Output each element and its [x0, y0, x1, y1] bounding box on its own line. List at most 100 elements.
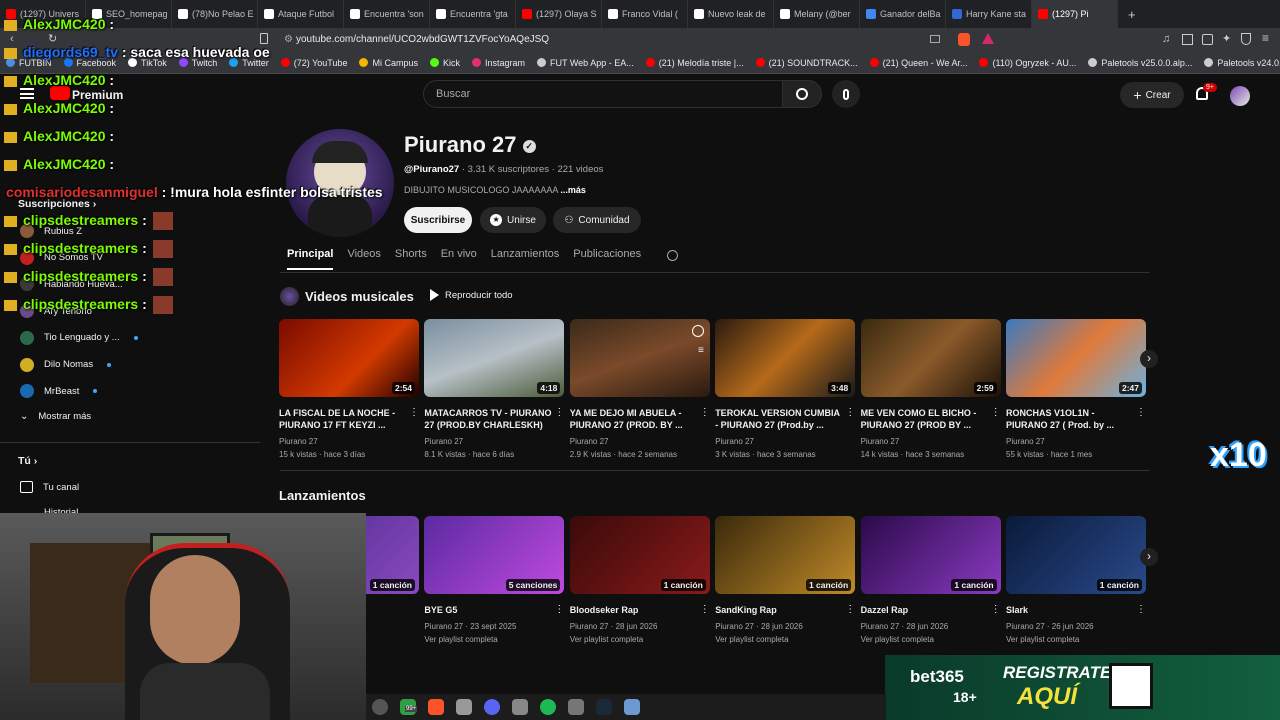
release-title[interactable]: Dazzel Rap [861, 604, 989, 616]
taskbar-whatsapp-icon[interactable]: 99+ [400, 699, 418, 715]
you-heading[interactable]: Tú › [18, 455, 37, 467]
channel-description[interactable]: DIBUJITO MUSICOLOGO JAAAAAAA ...más [404, 185, 586, 195]
browser-tab[interactable]: Harry Kane sta [946, 0, 1032, 28]
more-options-icon[interactable]: ⋮ [845, 407, 855, 418]
more-options-icon[interactable]: ⋮ [991, 407, 1001, 418]
watch-later-icon[interactable] [691, 325, 704, 337]
bookmark-item[interactable]: (110) Ogryzek - AU... [973, 58, 1082, 68]
channel-tab[interactable]: Principal [287, 248, 334, 270]
join-button[interactable]: ★ Unirse [480, 207, 546, 233]
video-title[interactable]: RONCHAS V1OL1N - PIURANO 27 ( Prod. by .… [1006, 407, 1134, 431]
community-button[interactable]: ⚇ Comunidad [553, 207, 641, 233]
browser-tab[interactable]: Encuentra 'son [344, 0, 430, 28]
video-title[interactable]: LA FISCAL DE LA NOCHE - PIURANO 17 FT KE… [279, 407, 407, 431]
more-options-icon[interactable]: ⋮ [1136, 604, 1146, 615]
channel-tab[interactable]: Shorts [395, 248, 427, 270]
release-thumbnail[interactable]: 1 canción [860, 516, 1001, 594]
taskbar-app-icon-3[interactable] [512, 699, 528, 715]
more-options-icon[interactable]: ⋮ [554, 407, 564, 418]
video-card[interactable]: 2:59 ME VEN COMO EL BICHO - PIURANO 27 (P… [860, 319, 1001, 461]
release-thumbnail[interactable]: 1 canción [1006, 516, 1146, 594]
next-arrow-videos[interactable]: › [1140, 350, 1158, 368]
video-channel[interactable]: Piurano 27 [570, 435, 710, 448]
play-all-button[interactable]: Reproducir todo [430, 289, 513, 301]
voice-search-button[interactable] [832, 80, 860, 108]
more-options-icon[interactable]: ⋮ [700, 407, 710, 418]
browser-tab[interactable]: Ataque Futbol [258, 0, 344, 28]
brave-shield-icon[interactable] [958, 33, 970, 46]
bookmark-item[interactable]: Paletools v25.0.0.alp... [1082, 58, 1198, 68]
video-channel[interactable]: Piurano 27 [715, 435, 855, 448]
video-channel[interactable]: Piurano 27 [861, 435, 1001, 448]
bookmark-item[interactable]: (21) SOUNDTRACK... [750, 58, 864, 68]
youtube-logo-icon[interactable] [50, 86, 70, 100]
more-options-icon[interactable]: ⋮ [991, 604, 1001, 615]
taskbar-app-icon-5[interactable] [624, 699, 640, 715]
taskbar-discord-icon[interactable] [484, 699, 500, 715]
release-card[interactable]: 1 canción Slark Piurano 27 · 26 jun 2026 Ve… [1006, 516, 1146, 646]
next-arrow-releases[interactable]: › [1140, 548, 1158, 566]
view-playlist-link[interactable]: Ver playlist completa [1006, 633, 1146, 646]
video-card[interactable]: ≡ YA ME DEJO MI ABUELA - PIURANO 27 (PROD… [569, 319, 710, 461]
sidebar-subscription-item[interactable]: Dilo Nomas [20, 357, 112, 372]
video-channel[interactable]: Piurano 27 [1006, 435, 1146, 448]
sidebar-icon[interactable] [1182, 34, 1193, 45]
account-avatar[interactable] [1230, 86, 1250, 106]
release-title[interactable]: SandKing Rap [715, 604, 843, 616]
channel-tab[interactable]: Videos [347, 248, 380, 270]
bookmark-item[interactable]: (72) YouTube [275, 58, 354, 68]
add-to-queue-icon[interactable]: ≡ [698, 345, 704, 356]
video-thumbnail[interactable]: 2:47 [1006, 319, 1146, 397]
video-thumbnail[interactable]: 2:59 [860, 319, 1001, 397]
video-card[interactable]: 4:18 MATACARROS TV - PIURANO 27 (PROD.BY … [424, 319, 565, 461]
release-thumbnail[interactable]: 5 canciones [424, 516, 565, 594]
video-thumbnail[interactable]: 4:18 [424, 319, 565, 397]
release-card[interactable]: 1 canción Dazzel Rap Piurano 27 · 28 jun 2… [860, 516, 1001, 646]
bookmark-item[interactable]: Paletools v24.0.48 [1198, 58, 1280, 68]
release-card[interactable]: 1 canción SandKing Rap Piurano 27 · 28 jun… [715, 516, 856, 646]
video-card[interactable]: 2:54 LA FISCAL DE LA NOCHE - PIURANO 17 F… [279, 319, 419, 461]
more-options-icon[interactable]: ⋮ [554, 604, 564, 615]
view-playlist-link[interactable]: Ver playlist completa [715, 633, 855, 646]
release-title[interactable]: Bloodseker Rap [570, 604, 698, 616]
bookmark-item[interactable]: (21) Queen - We Ar... [864, 58, 974, 68]
search-button[interactable] [782, 80, 822, 108]
new-tab-icon[interactable]: + [1128, 7, 1136, 22]
taskbar-app-icon-2[interactable] [456, 699, 472, 715]
channel-tab[interactable]: Lanzamientos [491, 248, 560, 270]
taskbar-brave-icon[interactable] [428, 699, 444, 715]
vpn-icon[interactable] [1241, 33, 1251, 45]
release-card[interactable]: 5 canciones BYE G5 Piurano 27 · 23 sept 20… [424, 516, 565, 646]
cast-icon[interactable] [930, 35, 940, 43]
release-title[interactable]: Slark [1006, 604, 1134, 616]
release-thumbnail[interactable]: 1 canción [715, 516, 856, 594]
more-options-icon[interactable]: ⋮ [409, 407, 419, 418]
ai-icon[interactable]: ✦ [1222, 32, 1231, 45]
channel-avatar[interactable] [286, 129, 394, 237]
video-thumbnail[interactable]: ≡ [569, 319, 710, 397]
channel-search-icon[interactable] [667, 250, 678, 261]
show-more-button[interactable]: ⌄ Mostrar más [20, 411, 91, 422]
video-channel[interactable]: Piurano 27 [424, 435, 564, 448]
view-playlist-link[interactable]: Ver playlist completa [424, 633, 564, 646]
browser-tab[interactable]: (1297) Olaya S [516, 0, 602, 28]
release-title[interactable]: BYE G5 [424, 604, 552, 616]
release-card[interactable]: 1 canción Bloodseker Rap Piurano 27 · 28 j… [569, 516, 710, 646]
bookmark-icon[interactable] [260, 33, 268, 44]
video-card[interactable]: 3:48 TEROKAL VERSION CUMBIA - PIURANO 27 … [715, 319, 856, 461]
bookmark-item[interactable]: FUT Web App - EA... [531, 58, 640, 68]
video-title[interactable]: YA ME DEJO MI ABUELA - PIURANO 27 (PROD.… [570, 407, 698, 431]
channel-tab[interactable]: En vivo [441, 248, 477, 270]
release-thumbnail[interactable]: 1 canción [569, 516, 710, 594]
your-channel-item[interactable]: Tu canal [20, 481, 79, 493]
browser-tab[interactable]: Melany (@ber [774, 0, 860, 28]
video-title[interactable]: TEROKAL VERSION CUMBIA - PIURANO 27 (Pro… [715, 407, 843, 431]
channel-tab[interactable]: Publicaciones [573, 248, 641, 270]
browser-tab[interactable]: (1297) Pi [1032, 0, 1118, 28]
video-thumbnail[interactable]: 3:48 [715, 319, 856, 397]
video-channel[interactable]: Piurano 27 [279, 435, 419, 448]
bookmark-item[interactable]: Kick [424, 58, 466, 68]
hamburger-menu-icon[interactable] [20, 88, 34, 99]
bookmark-item[interactable]: Mi Campus [353, 58, 424, 68]
video-title[interactable]: MATACARROS TV - PIURANO 27 (PROD.BY CHAR… [424, 407, 552, 431]
